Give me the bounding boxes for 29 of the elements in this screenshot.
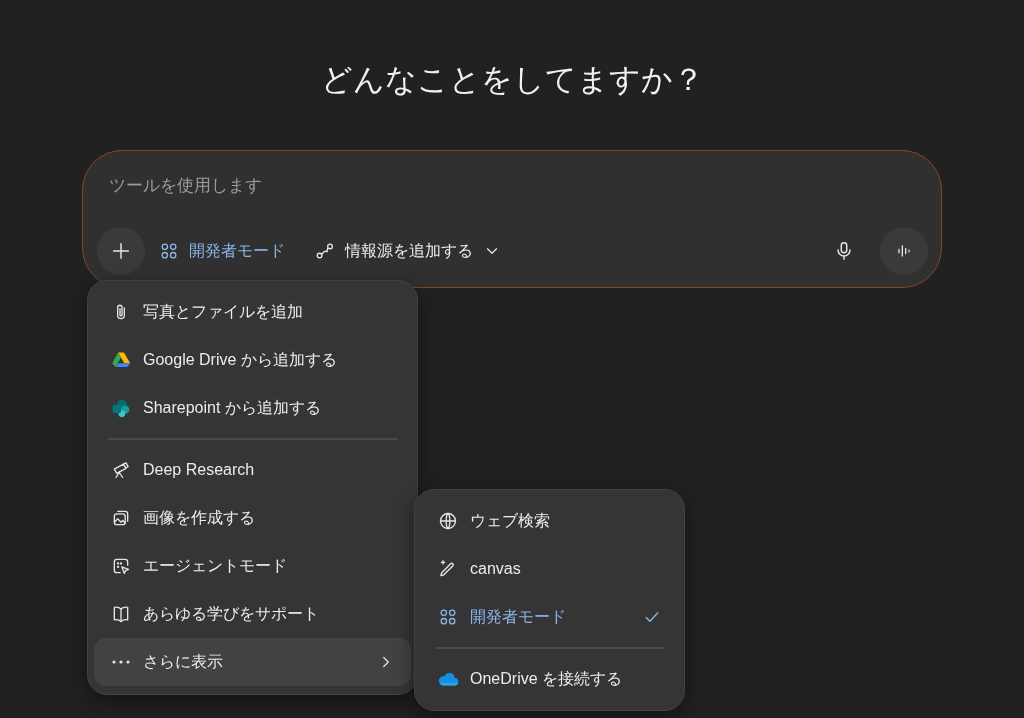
developer-mode-chip[interactable]: 開発者モード: [151, 234, 293, 268]
connected-nodes-icon: [315, 241, 335, 261]
add-sources-button[interactable]: 情報源を追加する: [307, 234, 509, 268]
open-book-icon: [111, 604, 131, 624]
four-circles-icon: [159, 241, 179, 261]
menu-item[interactable]: エージェントモード: [94, 542, 411, 590]
menu-item[interactable]: canvas: [421, 545, 678, 593]
ellipsis-icon: [112, 660, 130, 664]
menu-item[interactable]: さらに表示: [94, 638, 411, 686]
menu-item[interactable]: あらゆる学びをサポート: [94, 590, 411, 638]
menu-item[interactable]: Sharepoint から追加する: [94, 384, 411, 432]
menu-item[interactable]: OneDrive を接続する: [421, 655, 678, 703]
cursor-frame-icon: [111, 556, 131, 576]
add-button[interactable]: [97, 227, 145, 275]
menu-item[interactable]: 開発者モード: [421, 593, 678, 641]
menu-item[interactable]: Google Drive から追加する: [94, 336, 411, 384]
image-frames-icon: [111, 508, 131, 528]
menu-item[interactable]: Deep Research: [94, 446, 411, 494]
overlapping-circles-logo-icon: [111, 398, 131, 418]
four-circles-icon: [438, 607, 458, 627]
menu-item[interactable]: ウェブ検索: [421, 497, 678, 545]
triangle-logo-icon: [111, 350, 131, 370]
globe-icon: [438, 511, 458, 531]
telescope-icon: [111, 460, 131, 480]
prompt-input[interactable]: ツールを使用します: [109, 171, 609, 201]
menu-item[interactable]: 写真とファイルを追加: [94, 288, 411, 336]
page-heading: どんなことをしてますか？: [320, 61, 704, 99]
plus-icon: [110, 240, 132, 262]
menu-item[interactable]: 画像を作成する: [94, 494, 411, 542]
